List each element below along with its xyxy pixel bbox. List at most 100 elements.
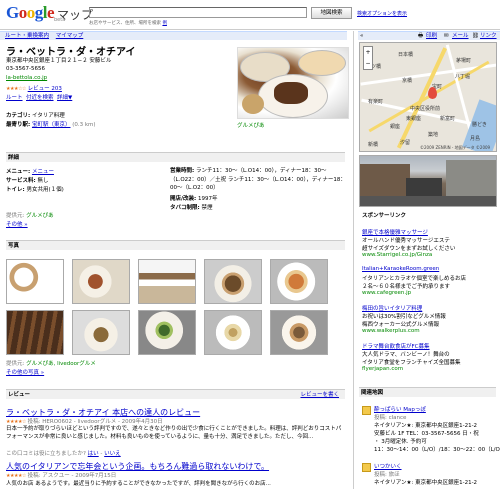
ad-title[interactable]: Italian+KaraokeRoom.green: [362, 266, 439, 272]
mini-map[interactable]: 日本橋 中央区役所前 新富町 銀座 月島 新橋 汐留 築地 宝町 京橋 八丁堀 …: [359, 42, 497, 152]
photos-more-link[interactable]: その他の写真 »: [6, 368, 44, 376]
rating-stars: ★★★☆☆: [6, 86, 26, 92]
photo-thumb[interactable]: [138, 310, 196, 355]
place-url[interactable]: la-bettola.co.jp: [6, 75, 47, 81]
review-no-link[interactable]: いいえ: [104, 451, 121, 457]
station-link[interactable]: 宝町駅（東京）: [32, 122, 71, 128]
search-button[interactable]: 地図検索: [311, 7, 352, 19]
ad-title[interactable]: 銀座で本格優雅マッサージ: [362, 228, 428, 236]
opened-value: 1997年: [197, 196, 218, 202]
photo-thumb[interactable]: [6, 259, 64, 304]
photo-thumb[interactable]: [72, 259, 130, 304]
ad-line: 梅西ウォーカー公式グルメ情報: [362, 322, 440, 328]
details-source[interactable]: グルメぴあ: [26, 213, 54, 219]
toilet-label: トイレ:: [6, 187, 25, 193]
route-link[interactable]: ルート: [6, 95, 23, 101]
write-review-link[interactable]: レビューを書く: [300, 390, 339, 400]
station-label: 最寄り駅:: [6, 122, 31, 128]
collapse-icon[interactable]: «: [360, 32, 363, 40]
reviews-header: レビュー レビューを書く: [6, 389, 345, 399]
photo-thumb[interactable]: [270, 259, 328, 304]
street-view-photo[interactable]: [359, 155, 497, 207]
advanced-search-link[interactable]: 検索オプションを表示: [357, 10, 407, 17]
photo-thumb[interactable]: [270, 310, 328, 355]
details-more-link[interactable]: その他 »: [6, 220, 28, 228]
mymap-icon: [362, 406, 371, 415]
ad-title[interactable]: ドラマ舞台飲食店がFC募集: [362, 342, 430, 350]
ad-url[interactable]: www.cafegreen.jp: [362, 290, 411, 296]
ad-url[interactable]: flyerjapan.com: [362, 366, 403, 372]
zoom-in-icon[interactable]: +: [364, 47, 372, 58]
ad-line: イタリア食堂をフランチャイズ全国募集: [362, 360, 461, 366]
map-label: 新橋: [368, 142, 379, 148]
photos-source[interactable]: グルメぴあ, livedoorグルメ: [26, 361, 96, 367]
review-body: 人気のお店 あるようです。最近当りに予約することができなかったですが、評判を聞き…: [6, 481, 271, 487]
search-hint-example-link[interactable]: 例: [162, 21, 167, 26]
nearby-search-link[interactable]: 付近を検索: [26, 95, 54, 101]
ad-line: イタリアンとカラオケ個室で楽しめるお店: [362, 276, 467, 282]
opened-label: 開店/改装:: [170, 196, 197, 202]
related-maps-header: 関連地図: [359, 387, 496, 397]
hours-block: 営業時間: ランチ11：30〜（L.O14：00），ディナー18：30〜（L.O…: [170, 167, 348, 193]
map-label: 東銀座: [406, 116, 422, 122]
print-icon[interactable]: 🖶: [418, 32, 423, 40]
photo-thumb[interactable]: [204, 259, 262, 304]
map-copyright: ©2009 ZENRIN - 地図データ ©2009: [420, 145, 491, 150]
nav-mymaps-link[interactable]: マイマップ: [56, 33, 84, 39]
station-distance: (0.3 km): [72, 122, 96, 128]
search-input[interactable]: [89, 7, 307, 18]
map-label: 汐留: [400, 140, 411, 146]
map-label: 新富町: [440, 116, 456, 122]
link-link[interactable]: リンク: [480, 32, 497, 40]
photo-credit: グルメぴあ: [237, 123, 265, 129]
google-logo[interactable]: Google: [6, 3, 55, 23]
photo-thumb[interactable]: [72, 310, 130, 355]
ad-title[interactable]: 梅田の旨いイタリア料理: [362, 304, 422, 312]
ad-url[interactable]: www.Starrigel.co.jp/Ginza: [362, 252, 432, 258]
details-header: 詳細: [6, 152, 345, 162]
related-map-title[interactable]: 酔っぱらい Mapっぽ: [374, 405, 426, 413]
review-body: 日本一予約が取りづらいほどという評判ですので、遂々ときなど作りの出で少食に行くこ…: [6, 426, 342, 440]
zoom-control[interactable]: + −: [363, 46, 373, 70]
place-address: 東京都中央区銀座１丁目２１−２ 安藤ビル: [6, 58, 112, 64]
related-map-line: 11：30〜14：00（L/O）/18：30〜22：00（L/O）: [374, 447, 500, 453]
menu-link[interactable]: メニュー: [32, 169, 54, 175]
reviews-count-link[interactable]: レビュー 203: [28, 86, 62, 92]
map-pin-icon[interactable]: [428, 87, 437, 99]
panel-divider[interactable]: [353, 31, 354, 489]
map-label: 中央区役所前: [410, 106, 441, 112]
category-value: イタリア料理: [31, 113, 65, 119]
ad-url[interactable]: www.walkerplus.com: [362, 328, 420, 334]
related-map-title[interactable]: いつかいく: [374, 462, 402, 470]
zoom-out-icon[interactable]: −: [364, 58, 372, 69]
mail-icon[interactable]: ✉: [444, 32, 449, 40]
photo-thumb[interactable]: [138, 259, 196, 304]
related-map-author: 投稿: clance: [374, 415, 407, 421]
link-icon[interactable]: ⛓: [472, 32, 479, 40]
place-main-photo[interactable]: [237, 47, 349, 119]
map-tools-bar: « 🖶 印刷 ✉ メール ⛓ リンク: [358, 31, 500, 40]
related-map-line: ネイタリアン★: 東京都中央区銀座1-21-2: [374, 423, 478, 429]
map-label: 日本橋: [398, 52, 414, 58]
reviews-title: レビュー: [8, 392, 31, 398]
ad-line: ２名〜６０名様までご予約承ります: [362, 284, 451, 290]
more-actions-link[interactable]: 詳細▼: [57, 95, 72, 101]
related-map-line: ・ 3月曜定休. 予約可: [374, 439, 427, 445]
smoking-label: タバコ制限:: [170, 205, 200, 211]
photo-thumb[interactable]: [6, 310, 64, 355]
map-label: 八丁堀: [455, 74, 471, 80]
map-label: 京橋: [402, 78, 413, 84]
map-label: 有楽町: [368, 99, 384, 105]
hours-label: 営業時間:: [170, 168, 195, 174]
print-link[interactable]: 印刷: [426, 32, 437, 40]
service-label: サービス料:: [6, 178, 36, 184]
review-helpful-prompt: この口コミは役に立ちましたか?: [6, 451, 86, 457]
nav-route-link[interactable]: ルート・乗換案内: [5, 33, 49, 39]
place-phone: 03-3567-5656: [6, 66, 45, 72]
mail-link[interactable]: メール: [452, 32, 469, 40]
photo-thumb[interactable]: [204, 310, 262, 355]
review-yes-link[interactable]: はい: [88, 451, 99, 457]
related-map-line: ネイタリアン★: 東京都中央区銀座1-21-2: [374, 480, 478, 486]
photos-header: 写真: [6, 240, 345, 250]
map-label: 築地: [428, 132, 439, 138]
